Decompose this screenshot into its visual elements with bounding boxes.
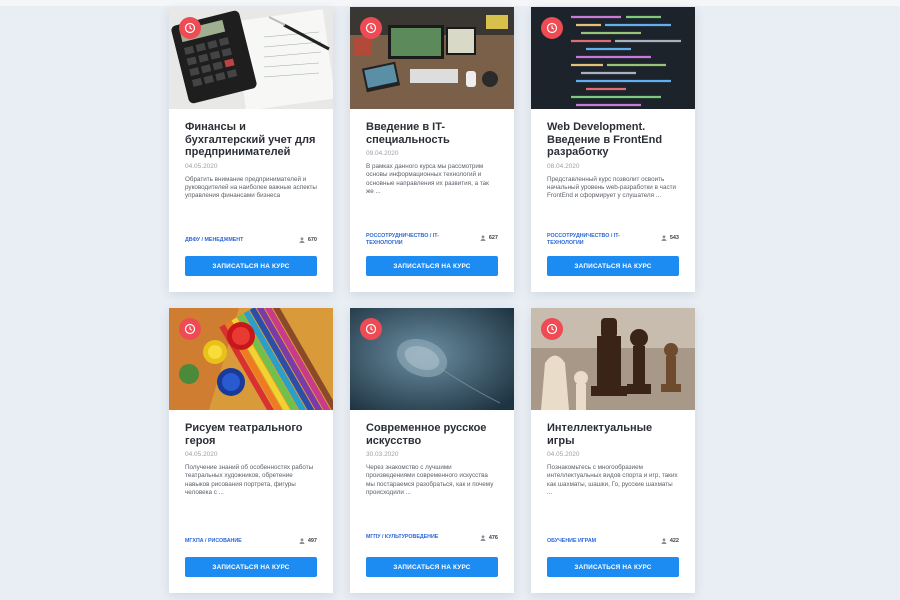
course-image-code[interactable] <box>531 7 695 109</box>
enroll-button[interactable]: ЗАПИСАТЬСЯ НА КУРС <box>185 256 317 276</box>
course-title[interactable]: Интеллектуальные игры <box>547 422 679 447</box>
course-title[interactable]: Современное русское искусство <box>366 422 498 447</box>
enrolled-count-value: 422 <box>669 538 679 544</box>
enroll-button[interactable]: ЗАПИСАТЬСЯ НА КУРС <box>547 256 679 276</box>
course-tags[interactable]: РОССОТРУДНИЧЕСТВО / IT-ТЕХНОЛОГИИ <box>547 233 629 246</box>
course-title[interactable]: Рисуем театрального героя <box>185 422 317 447</box>
user-icon <box>661 235 667 241</box>
course-card[interactable]: Web Development. Введение в FrontEnd раз… <box>531 7 695 292</box>
enrolled-count-value: 543 <box>669 235 679 241</box>
course-card[interactable]: Финансы и бухгалтерский учет для предпри… <box>169 7 333 292</box>
user-icon <box>299 538 305 544</box>
course-image-abstract[interactable] <box>350 308 514 410</box>
clock-icon <box>179 17 201 39</box>
enrolled-count: 422 <box>661 538 679 544</box>
course-date: 08.04.2020 <box>547 162 580 170</box>
course-date: 04.05.2020 <box>547 451 580 458</box>
enroll-button[interactable]: ЗАПИСАТЬСЯ НА КУРС <box>185 557 317 577</box>
enrolled-count: 497 <box>299 538 317 544</box>
clock-icon <box>541 318 563 340</box>
user-icon <box>299 237 305 243</box>
clock-icon <box>541 17 563 39</box>
top-strip <box>0 0 900 6</box>
course-tags[interactable]: ДВФУ / МЕНЕДЖМЕНТ <box>185 237 243 244</box>
course-tags[interactable]: МГПУ / КУЛЬТУРОВЕДЕНИЕ <box>366 534 438 541</box>
course-image-chess[interactable] <box>531 308 695 410</box>
enroll-button[interactable]: ЗАПИСАТЬСЯ НА КУРС <box>547 557 679 577</box>
course-image-calculator[interactable] <box>169 7 333 109</box>
enrolled-count: 627 <box>480 235 498 241</box>
enrolled-count: 476 <box>480 535 498 541</box>
course-title[interactable]: Финансы и бухгалтерский учет для предпри… <box>185 121 317 159</box>
course-card[interactable]: Введение в IT-специальность 09.04.2020 В… <box>350 7 514 292</box>
user-icon <box>661 538 667 544</box>
course-image-desk[interactable] <box>350 7 514 109</box>
enrolled-count-value: 670 <box>307 237 317 243</box>
user-icon <box>480 535 486 541</box>
clock-icon <box>360 318 382 340</box>
clock-icon <box>360 17 382 39</box>
enroll-button[interactable]: ЗАПИСАТЬСЯ НА КУРС <box>366 557 498 577</box>
enrolled-count: 543 <box>661 235 679 241</box>
course-description: Обратить внимание предпринимателей и рук… <box>185 175 317 200</box>
course-date: 04.05.2020 <box>185 451 218 458</box>
course-description: В рамках данного курса мы рассмотрим осн… <box>366 163 489 196</box>
enroll-button[interactable]: ЗАПИСАТЬСЯ НА КУРС <box>366 256 498 276</box>
course-title[interactable]: Web Development. Введение в FrontEnd раз… <box>547 121 679 159</box>
enrolled-count-value: 497 <box>307 538 317 544</box>
enrolled-count-value: 627 <box>488 235 498 241</box>
course-card[interactable]: Интеллектуальные игры 04.05.2020 Познако… <box>531 308 695 593</box>
course-tags[interactable]: РОССОТРУДНИЧЕСТВО / IT-ТЕХНОЛОГИИ <box>366 233 448 246</box>
course-tags[interactable]: ОБУЧЕНИЕ ИГРАМ <box>547 538 596 545</box>
user-icon <box>480 235 486 241</box>
course-date: 30.03.2020 <box>366 451 399 458</box>
course-card[interactable]: Рисуем театрального героя 04.05.2020 Пол… <box>169 308 333 593</box>
enrolled-count: 670 <box>299 237 317 243</box>
enrolled-count-value: 476 <box>488 535 498 541</box>
course-card[interactable]: Современное русское искусство 30.03.2020… <box>350 308 514 593</box>
course-title[interactable]: Введение в IT-специальность <box>366 121 498 146</box>
course-date: 09.04.2020 <box>366 150 399 157</box>
course-date: 04.05.2020 <box>185 162 218 170</box>
course-tags[interactable]: МГХПА / РИСОВАНИЕ <box>185 538 242 545</box>
course-image-paints[interactable] <box>169 308 333 410</box>
course-description: Познакомьтесь с многообразием интеллекту… <box>547 464 678 497</box>
course-description: Получение знаний об особенностях работы … <box>185 464 314 497</box>
clock-icon <box>179 318 201 340</box>
course-description: Представленный курс позволит освоить нач… <box>547 175 676 200</box>
course-description: Через знакомство с лучшими произведениям… <box>366 464 494 497</box>
